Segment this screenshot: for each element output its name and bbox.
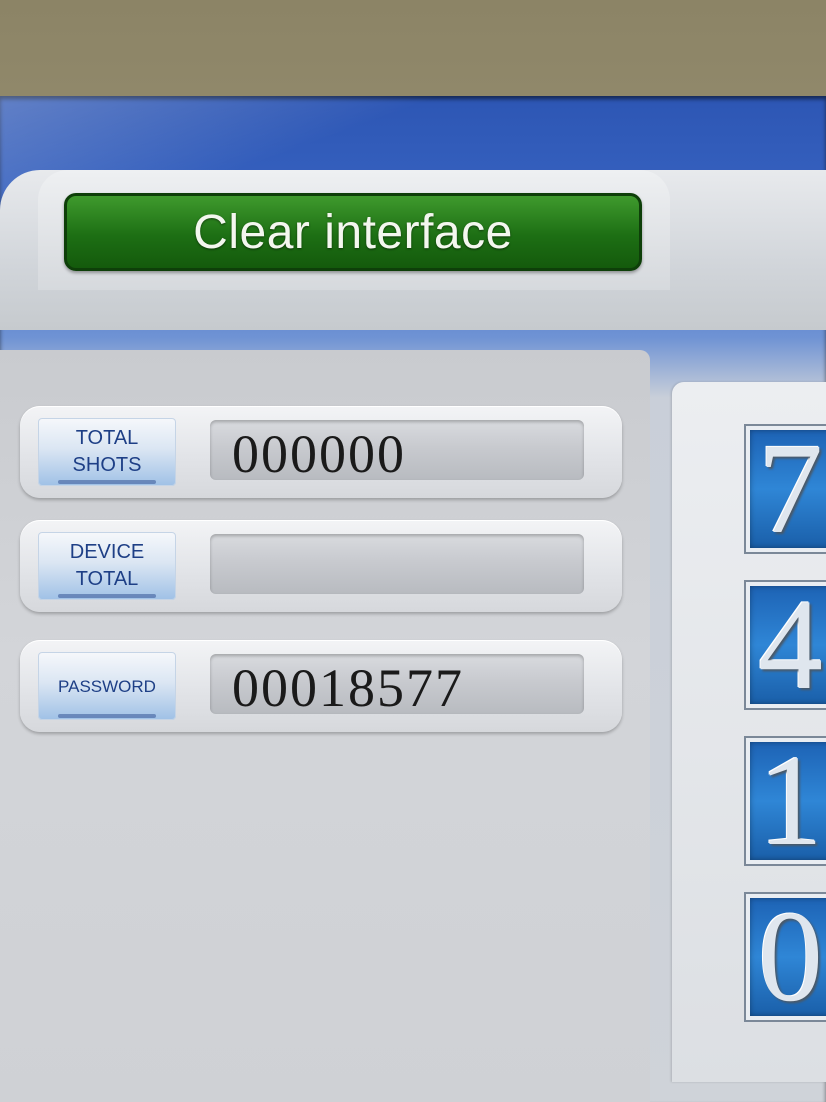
counter-panel: TOTAL SHOTS 000000 DEVICE TOTAL PASSWORD… [0,350,650,1102]
password-row: PASSWORD 00018577 [20,640,622,732]
total-shots-field[interactable]: 000000 [210,420,584,484]
numeric-keypad: 7 4 1 0 [672,382,826,1082]
key-4-label: 4 [758,582,823,708]
device-total-label-line2: TOTAL [75,568,139,590]
key-0-button[interactable]: 0 [746,894,826,1020]
device-total-label-line1: DEVICE [69,541,145,563]
key-4-button[interactable]: 4 [746,582,826,708]
key-7-label: 7 [758,426,823,552]
key-1-label: 1 [758,738,823,864]
page-title-bar: Clear interface [64,193,642,271]
page-title: Clear interface [193,205,513,259]
password-label: PASSWORD [38,652,176,720]
total-shots-label-line1: TOTAL [75,427,139,449]
total-shots-row: TOTAL SHOTS 000000 [20,406,622,498]
device-total-label: DEVICE TOTAL [38,532,176,600]
key-7-button[interactable]: 7 [746,426,826,552]
total-shots-label: TOTAL SHOTS [38,418,176,486]
total-shots-value: 000000 [232,424,406,484]
total-shots-label-line2: SHOTS [72,454,142,476]
password-label-text: PASSWORD [58,676,156,696]
key-1-button[interactable]: 1 [746,738,826,864]
device-total-field[interactable] [210,534,584,594]
password-value: 00018577 [232,658,464,718]
key-0-label: 0 [758,894,823,1020]
device-total-row: DEVICE TOTAL [20,520,622,612]
password-field[interactable]: 00018577 [210,654,584,718]
